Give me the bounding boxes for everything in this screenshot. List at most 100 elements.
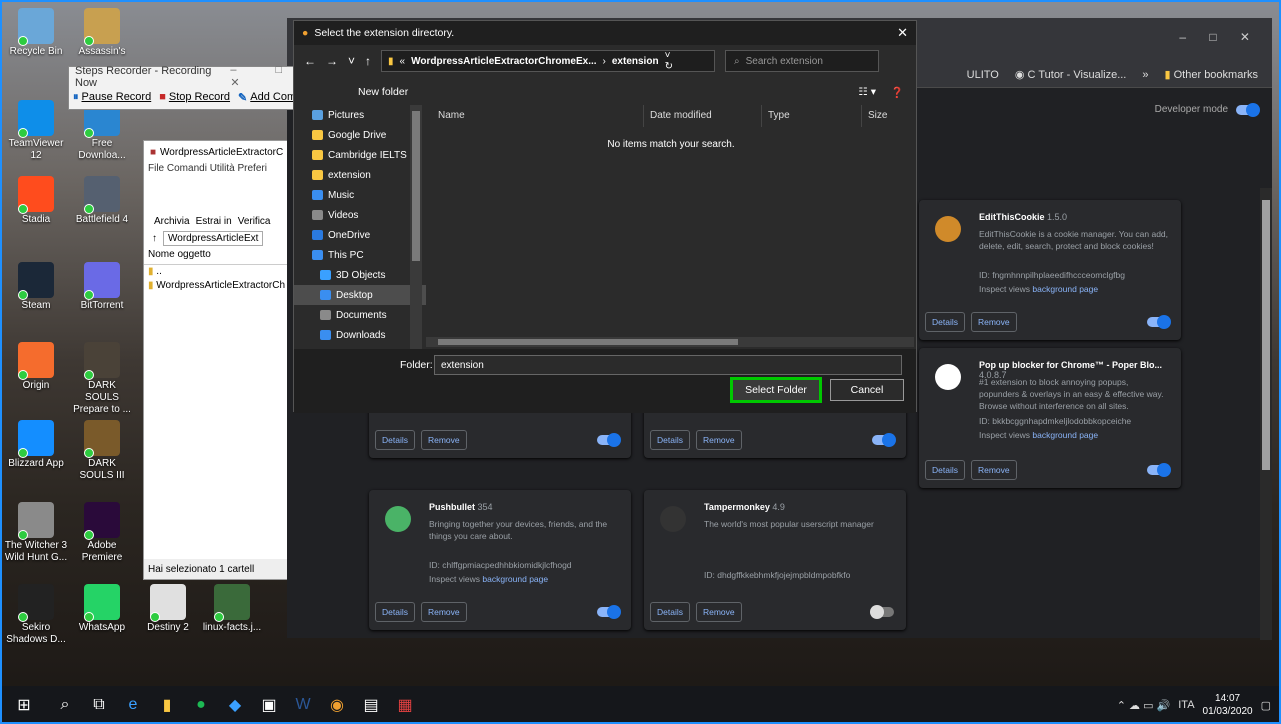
details-button[interactable]: Details (650, 602, 690, 622)
details-button[interactable]: Details (650, 430, 690, 450)
nav-item[interactable]: Documents (294, 305, 426, 325)
notifications-icon[interactable]: ▢ (1261, 699, 1271, 712)
column-type[interactable]: Type (762, 105, 862, 127)
clock[interactable]: 14:07 01/03/2020 (1203, 692, 1253, 718)
desktop-icon[interactable]: WhatsApp (70, 584, 134, 634)
list-item[interactable]: ▮ .. (148, 265, 294, 279)
desktop-icon[interactable]: Origin (4, 342, 68, 392)
breadcrumb-overflow[interactable]: « (400, 56, 406, 67)
refresh-icon[interactable]: ˅ ↻ (665, 50, 706, 72)
desktop-icon[interactable]: Assassin's (70, 8, 134, 58)
steps-recorder-icon[interactable]: ▤ (354, 688, 388, 722)
store-icon[interactable]: ▣ (252, 688, 286, 722)
nav-item[interactable]: Pictures (294, 105, 426, 125)
list-item[interactable]: ▮ WordpressArticleExtractorCh (148, 279, 294, 293)
extension-enable-toggle[interactable] (1147, 463, 1171, 477)
language-indicator[interactable]: ITA (1178, 699, 1194, 711)
background-page-link[interactable]: background page (1032, 284, 1098, 294)
background-page-link[interactable]: background page (482, 574, 548, 584)
help-icon[interactable]: ❓ (891, 86, 904, 99)
nav-item[interactable]: Cambridge IELTS (294, 145, 426, 165)
nav-scrollbar-thumb[interactable] (412, 111, 420, 261)
search-icon[interactable]: ⌕ (48, 688, 82, 722)
remove-button[interactable]: Remove (970, 460, 1017, 480)
window-controls[interactable]: – □ ✕ (1179, 30, 1260, 44)
desktop-icon[interactable]: Stadia (4, 176, 68, 226)
desktop-icon[interactable]: The Witcher 3 Wild Hunt G... (4, 502, 68, 564)
vscode-icon[interactable]: ◆ (218, 688, 252, 722)
background-page-link[interactable]: background page (1032, 430, 1098, 440)
search-input[interactable]: ⌕ Search extension (725, 50, 880, 72)
desktop-icon[interactable]: Battlefield 4 (70, 176, 134, 226)
desktop-icon[interactable]: Steam (4, 262, 68, 312)
nav-item[interactable]: Music (294, 185, 426, 205)
extension-enable-toggle[interactable] (872, 433, 896, 447)
remove-button[interactable]: Remove (970, 312, 1017, 332)
tray-icons[interactable]: ⌃ ☁ ▭ 🔊 (1117, 699, 1170, 712)
nav-item[interactable]: Videos (294, 205, 426, 225)
cancel-button[interactable]: Cancel (830, 379, 904, 401)
remove-button[interactable]: Remove (420, 602, 467, 622)
nav-scrollbar[interactable] (410, 105, 422, 355)
edge-icon[interactable]: e (116, 688, 150, 722)
page-scrollbar-thumb[interactable] (1262, 200, 1270, 470)
extension-enable-toggle[interactable] (597, 605, 621, 619)
nav-item[interactable]: extension (294, 165, 426, 185)
file-explorer-icon[interactable]: ▮ (150, 688, 184, 722)
details-button[interactable]: Details (375, 602, 415, 622)
remove-button[interactable]: Remove (695, 602, 742, 622)
desktop-icon[interactable]: DARK SOULS III (70, 420, 134, 482)
bookmark-item[interactable]: ULITO (967, 69, 999, 81)
details-button[interactable]: Details (925, 312, 965, 332)
nav-item[interactable]: This PC (294, 245, 426, 265)
column-name[interactable]: Name (428, 105, 644, 127)
archiver-icon[interactable]: ▦ (388, 688, 422, 722)
desktop-icon[interactable]: Sekiro Shadows D... (4, 584, 68, 646)
details-button[interactable]: Details (925, 460, 965, 480)
extension-enable-toggle[interactable] (597, 433, 621, 447)
nav-item[interactable]: Downloads (294, 325, 426, 345)
verify-tool[interactable]: Verifica (238, 216, 271, 227)
desktop-icon[interactable]: DARK SOULS Prepare to ... (70, 342, 134, 416)
remove-button[interactable]: Remove (695, 430, 742, 450)
nav-item[interactable]: 3D Objects (294, 265, 426, 285)
remove-button[interactable]: Remove (420, 430, 467, 450)
desktop-icon[interactable]: TeamViewer 12 (4, 100, 68, 162)
archive-column-header[interactable]: Nome oggetto (144, 249, 294, 265)
column-date-modified[interactable]: Date modified (644, 105, 762, 127)
close-icon[interactable]: ✕ (897, 25, 908, 41)
chrome-icon[interactable]: ◉ (320, 688, 354, 722)
nav-item[interactable]: Desktop (294, 285, 426, 305)
desktop-icon[interactable]: Blizzard App (4, 420, 68, 470)
desktop-icon[interactable]: Destiny 2 (136, 584, 200, 634)
up-arrow-icon[interactable]: ↑ (365, 54, 371, 68)
bookmark-item[interactable]: ◉ C Tutor - Visualize... (1015, 68, 1127, 81)
new-folder-button[interactable]: New folder (358, 86, 408, 98)
desktop-icon[interactable]: BitTorrent (70, 262, 134, 312)
details-button[interactable]: Details (375, 430, 415, 450)
extract-tool[interactable]: Estrai in (196, 216, 232, 227)
developer-mode-toggle[interactable] (1236, 102, 1260, 117)
desktop-icon[interactable]: Recycle Bin (4, 8, 68, 58)
spotify-icon[interactable]: ● (184, 688, 218, 722)
view-options-icon[interactable]: ☷ ▾ (858, 86, 876, 98)
pause-record-button[interactable]: ⏸ Pause Record (73, 91, 151, 104)
start-button[interactable]: ⊞ (0, 688, 48, 722)
more-bookmarks-button[interactable]: » (1142, 69, 1148, 81)
select-folder-button[interactable]: Select Folder (730, 377, 822, 403)
folder-input[interactable]: extension (434, 355, 902, 375)
word-icon[interactable]: W (286, 688, 320, 722)
back-icon[interactable]: ← (304, 54, 316, 68)
horizontal-scrollbar[interactable] (426, 337, 914, 347)
page-scrollbar[interactable] (1260, 188, 1272, 640)
column-size[interactable]: Size (862, 105, 914, 127)
chevron-down-icon[interactable]: ˅ (348, 54, 355, 68)
task-view-icon[interactable]: ⧉ (82, 688, 116, 722)
breadcrumb-parent[interactable]: WordpressArticleExtractorChromeEx... (411, 56, 596, 67)
horizontal-scrollbar-thumb[interactable] (438, 339, 738, 345)
breadcrumb-current[interactable]: extension (612, 56, 659, 67)
desktop-icon[interactable]: Adobe Premiere (70, 502, 134, 564)
nav-item[interactable]: Google Drive (294, 125, 426, 145)
archive-path-field[interactable]: WordpressArticleExt (163, 230, 264, 246)
up-arrow-icon[interactable]: ↑ (152, 233, 157, 244)
